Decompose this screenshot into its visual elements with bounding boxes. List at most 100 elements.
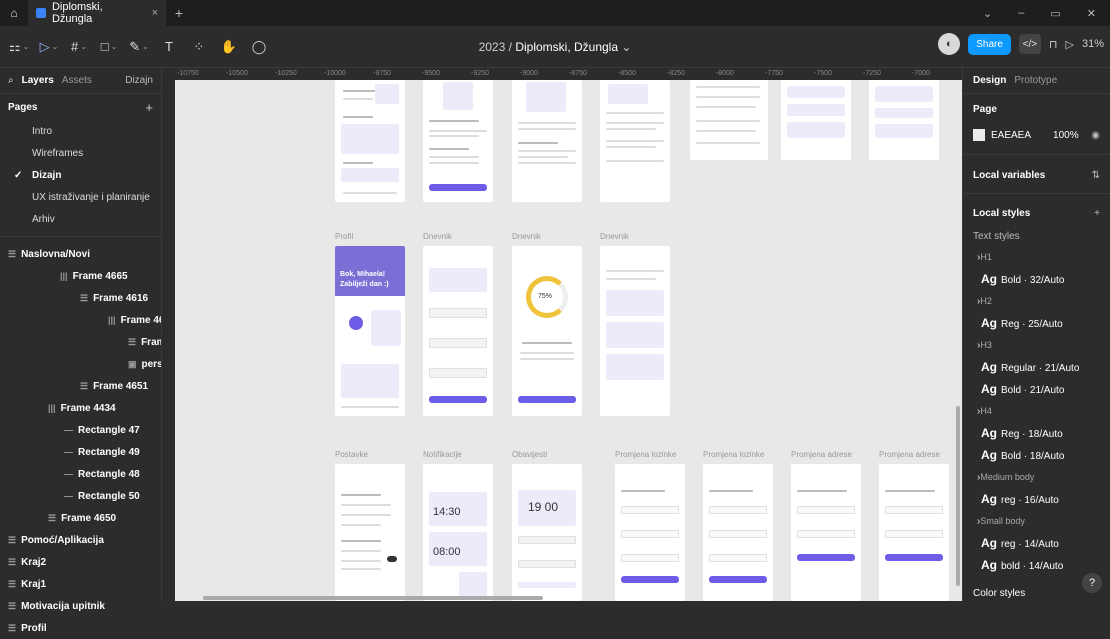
- layer-item[interactable]: — Rectangle 48: [0, 463, 161, 485]
- page-item[interactable]: UX istraživanje i planiranje: [0, 186, 161, 208]
- new-tab-button[interactable]: +: [166, 5, 192, 21]
- page-color-row[interactable]: EAEAEA 100% ◉: [963, 124, 1110, 146]
- layer-item[interactable]: — Rectangle 49: [0, 441, 161, 463]
- style-group-header[interactable]: › H3: [963, 334, 1110, 356]
- close-tab-icon[interactable]: ×: [152, 7, 158, 19]
- style-group-header[interactable]: › H1: [963, 246, 1110, 268]
- shape-tool-icon[interactable]: □ ⌄: [96, 33, 122, 61]
- zoom-level[interactable]: 31%: [1082, 38, 1104, 50]
- vertical-scrollbar[interactable]: [956, 406, 960, 586]
- main-menu-icon[interactable]: ⚏ ⌄: [6, 33, 32, 61]
- frame-adresa-2[interactable]: [879, 464, 949, 601]
- page-color-hex[interactable]: EAEAEA: [991, 130, 1031, 141]
- frame-row1-1[interactable]: [335, 80, 405, 202]
- frame-row1-3[interactable]: [512, 80, 582, 202]
- chevron-down-icon[interactable]: ⌄: [621, 40, 631, 54]
- present-button[interactable]: ▷: [1066, 38, 1074, 51]
- frame-label[interactable]: Obavijesti: [512, 450, 547, 459]
- layer-item[interactable]: ☰ Kraj1: [0, 573, 161, 595]
- text-style-item[interactable]: Ag Bold · 21/Auto: [963, 378, 1110, 400]
- frame-label[interactable]: Notifikacije: [423, 450, 462, 459]
- home-icon[interactable]: ⌂: [0, 0, 28, 26]
- layer-item[interactable]: ☰ Profil: [0, 617, 161, 639]
- style-group-header[interactable]: › Medium body: [963, 466, 1110, 488]
- layer-item[interactable]: ☰ Frame 4650: [0, 507, 161, 529]
- frame-label[interactable]: Dnevnik: [423, 232, 452, 241]
- frame-label[interactable]: Promjena adrese: [791, 450, 852, 459]
- resources-icon[interactable]: ⁘: [186, 33, 212, 61]
- layer-item[interactable]: ☰ Naslovna/Novi: [0, 243, 161, 265]
- pen-tool-icon[interactable]: ✎ ⌄: [126, 33, 152, 61]
- tab-layers[interactable]: Layers: [22, 75, 54, 86]
- frame-lozinka-2[interactable]: [703, 464, 773, 601]
- restore-button[interactable]: ▭: [1050, 7, 1060, 20]
- eye-icon[interactable]: ◉: [1091, 130, 1100, 141]
- add-style-button[interactable]: +: [1094, 208, 1100, 219]
- style-group-header[interactable]: › Small body: [963, 510, 1110, 532]
- layer-item[interactable]: ▣ person...: [0, 353, 161, 375]
- layer-item[interactable]: — Rectangle 50: [0, 485, 161, 507]
- frame-label[interactable]: Dnevnik: [600, 232, 629, 241]
- layer-item[interactable]: ||| Frame 4665: [0, 265, 161, 287]
- comment-tool-icon[interactable]: ◯: [246, 33, 272, 61]
- dev-mode-toggle[interactable]: </>: [1018, 34, 1041, 54]
- text-tool-icon[interactable]: T: [156, 33, 182, 61]
- text-style-item[interactable]: Ag Reg · 18/Auto: [963, 422, 1110, 444]
- search-icon[interactable]: ⌕: [8, 75, 14, 86]
- local-variables-row[interactable]: Local variables ⇅: [963, 163, 1110, 187]
- layer-item[interactable]: ||| Frame 4664: [0, 309, 161, 331]
- frame-postavke[interactable]: [335, 464, 405, 601]
- layer-item[interactable]: ☰ Pomoć/Aplikacija: [0, 529, 161, 551]
- frame-label[interactable]: Dnevnik: [512, 232, 541, 241]
- layer-item[interactable]: ☰ Motivacija upitnik: [0, 595, 161, 617]
- frame-label[interactable]: Promjena lozinke: [703, 450, 764, 459]
- chevron-down-icon[interactable]: ⌄: [983, 7, 992, 20]
- horizontal-scrollbar[interactable]: [203, 596, 543, 600]
- frame-dnevnik-3[interactable]: [600, 246, 670, 416]
- text-style-item[interactable]: Ag Bold · 18/Auto: [963, 444, 1110, 466]
- frame-label[interactable]: Promjena adrese: [879, 450, 940, 459]
- move-tool-icon[interactable]: ▷ ⌄: [36, 33, 62, 61]
- tab-design[interactable]: Design: [973, 75, 1006, 86]
- style-group-header[interactable]: › H4: [963, 400, 1110, 422]
- frame-obavijesti[interactable]: 19 00: [512, 464, 582, 601]
- frame-notifikacije[interactable]: 14:30 08:00: [423, 464, 493, 601]
- layer-item[interactable]: ☰ Frame 4651: [0, 375, 161, 397]
- library-icon[interactable]: ⊓: [1049, 38, 1058, 51]
- minimize-button[interactable]: –: [1018, 7, 1024, 20]
- tab-prototype[interactable]: Prototype: [1014, 75, 1057, 86]
- frame-adresa-1[interactable]: [791, 464, 861, 601]
- style-group-header[interactable]: › H2: [963, 290, 1110, 312]
- frame-label[interactable]: Promjena lozinke: [615, 450, 676, 459]
- page-dropdown[interactable]: Dizajn: [125, 75, 153, 86]
- frame-tool-icon[interactable]: # ⌄: [66, 33, 92, 61]
- local-variables-label[interactable]: Local variables: [973, 170, 1045, 181]
- layer-item[interactable]: ☰ Frame ...: [0, 331, 161, 353]
- frame-row1-4[interactable]: [600, 80, 670, 202]
- frame-lozinka-1[interactable]: [615, 464, 685, 601]
- layer-item[interactable]: — Rectangle 47: [0, 419, 161, 441]
- text-style-item[interactable]: Ag Regular · 21/Auto: [963, 356, 1110, 378]
- text-style-item[interactable]: Ag reg · 14/Auto: [963, 532, 1110, 554]
- file-name[interactable]: Diplomski, Džungla: [515, 40, 618, 54]
- frame-profil[interactable]: Bok, Mihaela! Zabilježi dan :): [335, 246, 405, 416]
- sort-icon[interactable]: ⇅: [1092, 170, 1100, 181]
- add-page-button[interactable]: +: [145, 100, 153, 115]
- page-item[interactable]: Intro: [0, 120, 161, 142]
- frame-row1-2[interactable]: [423, 80, 493, 202]
- canvas[interactable]: -10750 -10500 -10250 -10000 -9750 -9500 -9250 -…: [163, 68, 962, 601]
- frame-label[interactable]: Profil: [335, 232, 353, 241]
- color-swatch[interactable]: [973, 129, 985, 141]
- tab-diplomski[interactable]: Diplomski, Džungla ×: [28, 0, 166, 26]
- frame-label[interactable]: Postavke: [335, 450, 368, 459]
- frame-row1-6[interactable]: [781, 80, 851, 160]
- tab-assets[interactable]: Assets: [62, 75, 92, 86]
- frame-dnevnik-1[interactable]: [423, 246, 493, 416]
- layer-item[interactable]: ||| Frame 4434: [0, 397, 161, 419]
- share-button[interactable]: Share: [968, 33, 1011, 55]
- hand-tool-icon[interactable]: ✋: [216, 33, 242, 61]
- page-item[interactable]: Arhiv: [0, 208, 161, 230]
- help-button[interactable]: ?: [1082, 573, 1102, 593]
- close-window-button[interactable]: ✕: [1087, 7, 1096, 20]
- project-name[interactable]: 2023: [479, 40, 506, 54]
